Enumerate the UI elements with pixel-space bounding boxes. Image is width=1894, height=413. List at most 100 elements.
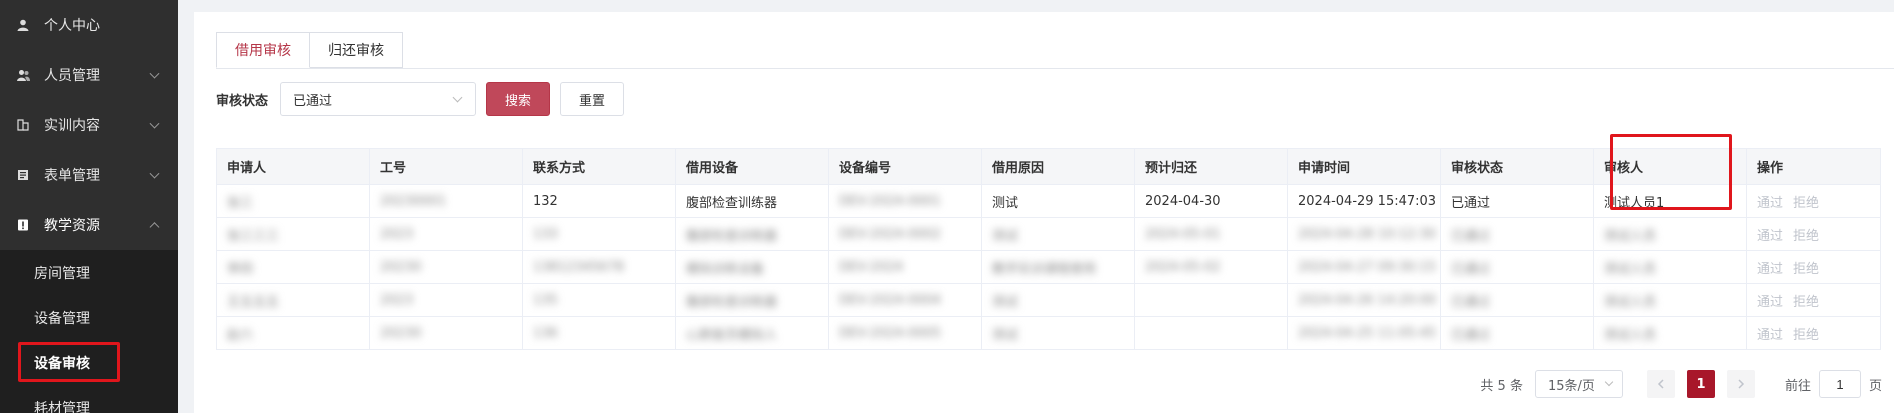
device-no-cell: DEV-2024 [839, 259, 904, 275]
sidebar-item-personal-center[interactable]: 个人中心 [0, 0, 178, 50]
reject-button[interactable]: 拒绝 [1793, 262, 1819, 277]
reject-button[interactable]: 拒绝 [1793, 295, 1819, 310]
sidebar-item-training-content[interactable]: 实训内容 [0, 100, 178, 150]
status-cell: 已通过 [1451, 327, 1491, 343]
sidebar-item-form-management[interactable]: 表单管理 [0, 150, 178, 200]
goto-page: 前往 页 [1785, 370, 1882, 398]
sidebar-subitem-label: 设备审核 [34, 355, 90, 372]
reviewer-cell: 测试人员1 [1604, 195, 1665, 211]
approve-button[interactable]: 通过 [1757, 328, 1783, 343]
tabs-divider [216, 68, 1894, 69]
table-row: 张三 20230001 132 腹部检查训练器 DEV-2024-0001 测试… [216, 184, 1881, 218]
applicant-cell: 李四 [227, 261, 254, 277]
next-page-button[interactable] [1726, 370, 1755, 398]
users-icon [16, 68, 30, 82]
contact-cell: 13812345678 [533, 259, 624, 275]
reject-button[interactable]: 拒绝 [1793, 328, 1819, 343]
chevron-right-icon [1738, 379, 1745, 389]
column-header-contact: 联系方式 [522, 148, 676, 185]
device-cell: 腹部检查训练器 [686, 228, 778, 244]
contact-cell: 132 [533, 193, 558, 209]
status-cell: 已通过 [1451, 261, 1491, 277]
reject-button[interactable]: 拒绝 [1793, 196, 1819, 211]
review-status-select[interactable]: 已通过 [280, 82, 477, 116]
applicant-cell: 张三 [227, 195, 254, 211]
sidebar-item-label: 个人中心 [44, 18, 100, 34]
page-number-current[interactable]: 1 [1686, 370, 1715, 398]
column-header-apply-time: 申请时间 [1287, 148, 1441, 185]
sidebar: 个人中心 人员管理 实训内容 表单管理 教学资源 房间管理 设备管理 设备审核 … [0, 0, 178, 413]
job-no-cell: 2023 [380, 226, 414, 242]
job-no-cell: 2023 [380, 292, 414, 308]
chevron-down-icon [452, 92, 463, 103]
sidebar-item-personnel[interactable]: 人员管理 [0, 50, 178, 100]
approve-button[interactable]: 通过 [1757, 262, 1783, 277]
goto-page-input[interactable] [1818, 370, 1861, 398]
page-size-select[interactable]: 15条/页 [1534, 370, 1623, 398]
device-no-cell: DEV-2024-0005 [839, 325, 941, 341]
reviewer-cell: 测试人员 [1604, 294, 1657, 310]
form-icon [16, 168, 30, 182]
content-panel: 借用审核 归还审核 审核状态 已通过 搜索 重置 申请人 工号 联系方式 借用设… [194, 12, 1894, 413]
column-header-reviewer: 审核人 [1593, 148, 1747, 185]
column-header-return-date: 预计归还 [1134, 148, 1288, 185]
applicant-cell: 赵六 [227, 327, 254, 343]
applicant-cell: 王五五五 [227, 294, 280, 310]
column-header-applicant: 申请人 [216, 148, 370, 185]
reject-button[interactable]: 拒绝 [1793, 229, 1819, 244]
review-table: 申请人 工号 联系方式 借用设备 设备编号 借用原因 预计归还 申请时间 审核状… [216, 148, 1881, 350]
sidebar-item-teaching-resources[interactable]: 教学资源 [0, 200, 178, 250]
apply-time-cell: 2024-04-29 15:47:03 [1298, 193, 1437, 209]
main-content: 借用审核 归还审核 审核状态 已通过 搜索 重置 申请人 工号 联系方式 借用设… [178, 0, 1894, 413]
contact-cell: 133 [533, 226, 558, 242]
reason-cell: 教学实训课程使用 [992, 261, 1097, 277]
chevron-down-icon [149, 118, 160, 129]
table-row: 李四 20230 13812345678 模拟训练设备 DEV-2024 教学实… [216, 250, 1881, 284]
sidebar-subitem-label: 设备管理 [34, 310, 90, 327]
approve-button[interactable]: 通过 [1757, 229, 1783, 244]
return-date-cell: 2024-04-30 [1145, 193, 1221, 209]
reason-cell: 测试 [992, 195, 1019, 211]
tab-return-review[interactable]: 归还审核 [310, 32, 403, 68]
chevron-up-icon [149, 222, 160, 233]
sidebar-subitem-device-management[interactable]: 设备管理 [0, 295, 178, 340]
reviewer-cell: 测试人员 [1604, 327, 1657, 343]
sidebar-subitem-device-review[interactable]: 设备审核 [0, 340, 178, 385]
review-tabs: 借用审核 归还审核 [216, 32, 403, 68]
sidebar-subitem-label: 房间管理 [34, 265, 90, 282]
approve-button[interactable]: 通过 [1757, 295, 1783, 310]
review-status-label: 审核状态 [216, 93, 269, 109]
column-header-job-no: 工号 [369, 148, 523, 185]
sidebar-item-label: 实训内容 [44, 118, 100, 134]
return-date-cell: 2024-05-01 [1145, 226, 1221, 242]
column-header-operations: 操作 [1746, 148, 1881, 185]
goto-label: 前往 [1784, 378, 1811, 394]
approve-button[interactable]: 通过 [1757, 196, 1783, 211]
chevron-left-icon [1657, 379, 1664, 389]
submenu-teaching-resources: 房间管理 设备管理 设备审核 耗材管理 [0, 250, 178, 413]
tab-borrow-review[interactable]: 借用审核 [216, 32, 310, 68]
page-size-value: 15条/页 [1547, 378, 1595, 394]
filter-bar: 审核状态 已通过 搜索 重置 [216, 82, 625, 116]
sidebar-subitem-consumables-management[interactable]: 耗材管理 [0, 385, 178, 413]
apply-time-cell: 2024-04-25 11:05:45 [1298, 325, 1437, 341]
job-no-cell: 20230 [380, 325, 422, 341]
column-header-status: 审核状态 [1440, 148, 1594, 185]
reset-button[interactable]: 重置 [560, 82, 625, 116]
total-count: 共 5 条 [1480, 378, 1523, 394]
column-header-device-no: 设备编号 [828, 148, 982, 185]
contact-cell: 135 [533, 292, 558, 308]
device-no-cell: DEV-2024-0004 [839, 292, 941, 308]
search-button[interactable]: 搜索 [486, 82, 551, 116]
sidebar-item-label: 人员管理 [44, 68, 100, 84]
sidebar-item-label: 表单管理 [44, 168, 100, 184]
device-cell: 心肺复苏模拟人 [686, 327, 778, 343]
column-header-reason: 借用原因 [981, 148, 1135, 185]
prev-page-button[interactable] [1646, 370, 1675, 398]
job-no-cell: 20230001 [380, 193, 447, 209]
return-date-cell: 2024-05-02 [1145, 259, 1221, 275]
apply-time-cell: 2024-04-26 14:20:00 [1298, 292, 1437, 308]
device-cell: 腹部检查训练器 [686, 195, 778, 211]
resource-icon [16, 218, 30, 232]
sidebar-subitem-room-management[interactable]: 房间管理 [0, 250, 178, 295]
